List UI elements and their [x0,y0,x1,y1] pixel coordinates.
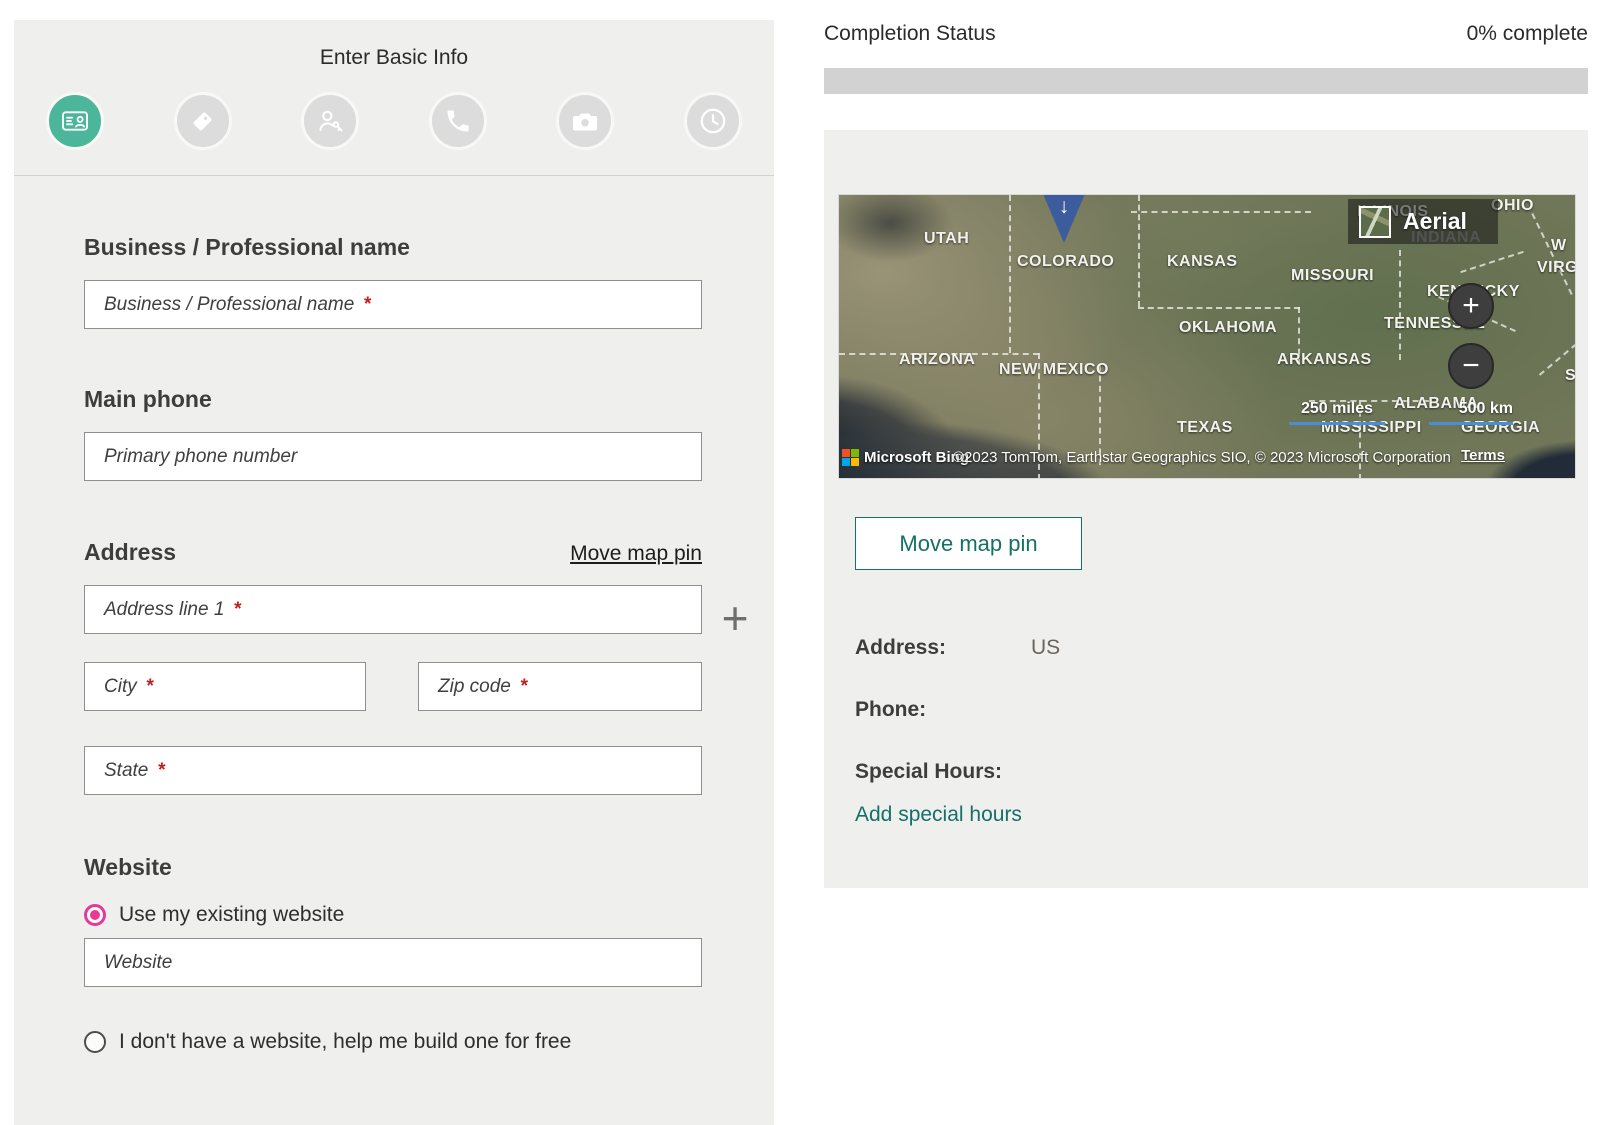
phone-icon [444,107,472,135]
address-line1-placeholder: Address line 1 [104,599,224,621]
scale-bar-miles [1289,422,1385,425]
website-section: Website Use my existing website Website … [84,854,702,1054]
business-name-placeholder: Business / Professional name [104,294,354,316]
page-title: Enter Basic Info [14,20,774,70]
state-input[interactable]: State * [84,746,702,795]
map-state-label: ARIZONA [899,351,975,369]
clock-icon [697,105,729,137]
use-existing-website-radio[interactable]: Use my existing website [84,903,702,927]
required-asterisk: * [363,294,370,316]
add-special-hours-link[interactable]: Add special hours [855,803,1022,827]
map-state-label: ARKANSAS [1277,351,1372,369]
add-address-line-icon[interactable]: + [716,599,754,637]
map-state-label: W [1551,237,1567,255]
address-detail-value: US [1031,636,1060,660]
step-phone[interactable] [429,92,487,150]
map-state-label: TEXAS [1177,419,1233,437]
camera-icon [570,106,600,136]
use-existing-website-label: Use my existing website [119,903,344,927]
map-state-label: COLORADO [1017,253,1114,271]
map-state-label: VIRG [1537,259,1576,277]
completion-status-label: Completion Status [824,22,996,46]
step-photos[interactable] [556,92,614,150]
state-placeholder: State [104,760,148,782]
map-state-label: MISSOURI [1291,267,1374,285]
required-asterisk: * [520,676,527,698]
scale-miles: 250 miles [1289,400,1385,425]
main-phone-placeholder: Primary phone number [104,446,297,468]
state-border-line [1138,307,1300,309]
required-asterisk: * [233,599,240,621]
special-hours-label: Special Hours: [855,760,1031,784]
step-categories[interactable] [174,92,232,150]
map-state-label: NEW MEXICO [999,361,1109,379]
person-key-icon [314,105,346,137]
basic-info-form: Business / Professional name Business / … [84,234,702,1054]
required-asterisk: * [157,760,164,782]
state-border-line [1009,195,1011,353]
preview-panel: Completion Status 0% complete UTAH COLORA… [824,20,1588,888]
zoom-out-button[interactable]: − [1448,343,1494,389]
map-style-label: Aerial [1403,208,1467,235]
completion-percent-text: 0% complete [1467,22,1588,46]
state-border-line [1460,251,1523,273]
scale-km: 500 km [1429,400,1513,425]
build-website-radio[interactable]: I don't have a website, help me build on… [84,1030,702,1054]
scale-bar-km [1429,422,1513,425]
required-asterisk: * [146,676,153,698]
business-details: Address: US Phone: Special Hours: Add sp… [855,636,1576,827]
move-map-pin-button[interactable]: Move map pin [855,517,1082,570]
business-name-section: Business / Professional name Business / … [84,234,702,329]
step-basic-info[interactable] [46,92,104,150]
city-input[interactable]: City * [84,662,366,711]
zoom-in-button[interactable]: + [1448,283,1494,329]
radio-unselected-icon[interactable] [84,1031,106,1053]
terms-link[interactable]: Terms [1461,447,1505,464]
state-border-line [1131,211,1311,213]
state-border-line [1399,250,1401,360]
address-line1-input[interactable]: Address line 1 * [84,585,702,634]
microsoft-logo-icon [842,449,859,466]
map-state-label: S [1565,367,1576,385]
business-name-input[interactable]: Business / Professional name * [84,280,702,329]
zip-code-input[interactable]: Zip code * [418,662,702,711]
step-indicator [14,70,774,150]
map-copyright: ©2023 TomTom, Earthstar Geographics SIO,… [953,449,1451,466]
website-label: Website [84,854,702,881]
website-input[interactable]: Website [84,938,702,987]
website-placeholder: Website [104,952,172,974]
map-state-label: OKLAHOMA [1179,319,1277,337]
city-placeholder: City [104,676,137,698]
address-label: Address [84,539,176,566]
id-card-icon [59,105,91,137]
build-website-label: I don't have a website, help me build on… [119,1030,571,1054]
steps-divider [14,175,774,176]
map-preview-box: UTAH COLORADO KANSAS MISSOURI OKLAHOMA ARIZON… [824,130,1588,888]
step-hours[interactable] [684,92,742,150]
completion-progress-bar [824,68,1588,94]
move-map-pin-link[interactable]: Move map pin [570,542,702,566]
step-services[interactable] [301,92,359,150]
main-phone-label: Main phone [84,386,702,413]
map-state-label: KANSAS [1167,253,1238,271]
tag-icon [188,106,218,136]
pin-down-arrow-icon: ↓ [1053,195,1075,219]
map-attribution: Microsoft Bing ©2023 TomTom, Earthstar G… [842,446,1575,468]
bing-map[interactable]: UTAH COLORADO KANSAS MISSOURI OKLAHOMA ARIZON… [838,194,1576,479]
main-phone-input[interactable]: Primary phone number [84,432,702,481]
business-name-label: Business / Professional name [84,234,702,261]
radio-selected-icon[interactable] [84,904,106,926]
phone-detail-label: Phone: [855,698,1031,722]
address-detail-label: Address: [855,636,1031,660]
basic-info-panel: Enter Basic Info [14,20,774,1125]
map-thumbnail-icon [1359,206,1391,238]
map-style-toggle[interactable]: Aerial [1348,199,1498,244]
main-phone-section: Main phone Primary phone number [84,386,702,481]
zip-placeholder: Zip code [438,676,511,698]
address-section: Address Move map pin Address line 1 * + … [84,539,702,795]
map-state-label: UTAH [924,230,969,248]
